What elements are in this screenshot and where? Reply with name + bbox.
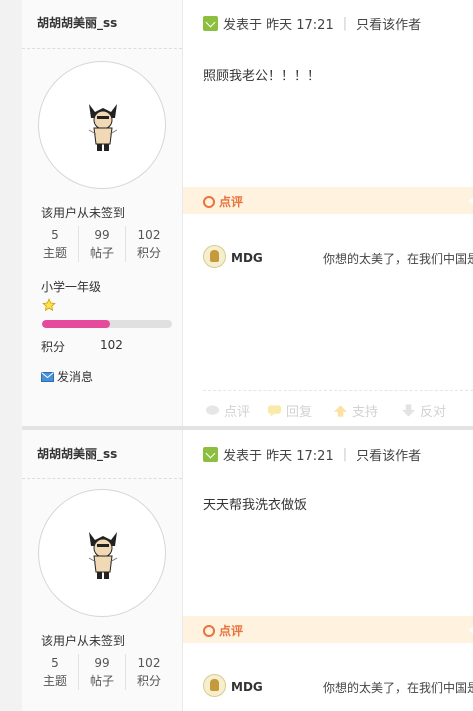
reply-bubble-icon <box>267 405 282 417</box>
comment-section-header: 点评 <box>183 187 473 214</box>
circle-icon <box>203 624 215 637</box>
comment-label: 点评 <box>203 193 243 210</box>
commenter-avatar[interactable] <box>203 674 226 697</box>
user-stats: 5 主题 99 帖子 102 积分 <box>32 654 172 690</box>
stat-value: 5 <box>51 656 59 670</box>
arrow-up-icon <box>333 405 348 417</box>
circle-icon <box>203 195 215 208</box>
envelope-icon <box>41 371 54 382</box>
stat-value: 5 <box>51 228 59 242</box>
commenter-name[interactable]: MDG <box>231 680 263 694</box>
author-sidebar: 胡胡胡美丽_ss 该用户从未签到 5 主题 99 帖子 <box>22 0 183 426</box>
divider: | <box>342 16 348 31</box>
comment-label-text: 点评 <box>219 195 244 209</box>
post-2: 胡胡胡美丽_ss 该用户从未签到 5 主题 99 帖子 102 积分 发表于 昨… <box>22 430 473 711</box>
stat-label: 主题 <box>42 246 67 260</box>
comment-button-label: 点评 <box>224 405 251 420</box>
level-progress-bar <box>42 320 172 328</box>
author-name[interactable]: 胡胡胡美丽_ss <box>37 14 117 31</box>
comment-label: 点评 <box>203 622 243 639</box>
support-button[interactable]: 支持 <box>333 401 378 420</box>
divider <box>22 478 182 479</box>
stat-value: 102 <box>137 228 161 242</box>
stat-posts[interactable]: 99 帖子 <box>78 654 125 690</box>
post-time: 发表于 昨天 17:21 <box>223 449 334 464</box>
points-label: 积分 <box>41 340 66 354</box>
post-body: 天天帮我洗衣做饭 <box>203 498 308 513</box>
comment-label-text: 点评 <box>219 624 244 638</box>
post-1: 胡胡胡美丽_ss 该用户从未签到 5 主题 99 帖子 102 积分 小学一年级… <box>22 0 473 426</box>
avatar[interactable] <box>38 489 166 617</box>
post-header: 发表于 昨天 17:21 | 只看该作者 <box>203 445 421 464</box>
points-value: 102 <box>100 338 123 352</box>
arrow-down-icon <box>401 404 416 417</box>
reply-button-label: 回复 <box>286 405 313 420</box>
user-level[interactable]: 小学一年级 <box>41 278 101 295</box>
author-name[interactable]: 胡胡胡美丽_ss <box>37 445 117 462</box>
stat-label: 帖子 <box>89 674 114 688</box>
only-author-link[interactable]: 只看该作者 <box>356 445 421 464</box>
post-actions: 点评 回复 支持 反对 <box>203 390 473 426</box>
commenter-name[interactable]: MDG <box>231 251 263 265</box>
divider <box>22 48 182 49</box>
stat-topics[interactable]: 5 主题 <box>32 226 78 262</box>
comment-section-header: 点评 <box>183 616 473 643</box>
comment-item: MDG 你想的太美了，在我们中国是 <box>203 245 473 271</box>
wolverine-avatar-icon <box>88 532 118 579</box>
stat-posts[interactable]: 99 帖子 <box>78 226 125 262</box>
user-stats: 5 主题 99 帖子 102 积分 <box>32 226 172 262</box>
post-content: 发表于 昨天 17:21 | 只看该作者 照顾我老公！！！！ 点评 MDG 你想… <box>183 0 473 426</box>
signin-status: 该用户从未签到 <box>41 634 126 648</box>
stat-topics[interactable]: 5 主题 <box>32 654 78 690</box>
reply-button[interactable]: 回复 <box>267 401 312 420</box>
avatar[interactable] <box>38 61 166 189</box>
send-message-label: 发消息 <box>57 370 94 384</box>
oppose-button-label: 反对 <box>420 405 447 420</box>
post-content: 发表于 昨天 17:21 | 只看该作者 天天帮我洗衣做饭 点评 MDG 你想的… <box>183 430 473 711</box>
stat-points[interactable]: 102 积分 <box>125 654 172 690</box>
oppose-button[interactable]: 反对 <box>401 401 446 420</box>
stat-label: 帖子 <box>89 246 114 260</box>
only-author-link[interactable]: 只看该作者 <box>356 14 421 33</box>
post-time-icon <box>203 16 218 31</box>
stat-label: 主题 <box>42 674 67 688</box>
post-time: 发表于 昨天 17:21 <box>223 18 334 33</box>
stat-label: 积分 <box>136 674 161 688</box>
author-sidebar: 胡胡胡美丽_ss 该用户从未签到 5 主题 99 帖子 <box>22 430 183 711</box>
comment-text: 你想的太美了，在我们中国是 <box>323 252 473 266</box>
comment-item: MDG 你想的太美了，在我们中国是 <box>203 674 473 700</box>
comment-bubble-icon <box>205 405 220 415</box>
stat-value: 99 <box>94 228 110 242</box>
signin-status: 该用户从未签到 <box>41 206 126 220</box>
post-body: 照顾我老公！！！！ <box>203 69 321 84</box>
level-progress-fill <box>42 320 110 328</box>
post-time-icon <box>203 447 218 462</box>
divider: | <box>342 447 348 462</box>
stat-label: 积分 <box>136 246 161 260</box>
stat-value: 99 <box>94 656 110 670</box>
comment-button[interactable]: 点评 <box>205 401 250 420</box>
post-header: 发表于 昨天 17:21 | 只看该作者 <box>203 14 421 33</box>
comment-text: 你想的太美了，在我们中国是 <box>323 681 473 695</box>
send-message-link[interactable]: 发消息 <box>41 368 93 385</box>
stat-points[interactable]: 102 积分 <box>125 226 172 262</box>
stat-value: 102 <box>137 656 161 670</box>
commenter-avatar[interactable] <box>203 245 226 268</box>
support-button-label: 支持 <box>352 405 379 420</box>
star-icon <box>42 298 56 312</box>
wolverine-avatar-icon <box>88 104 118 151</box>
